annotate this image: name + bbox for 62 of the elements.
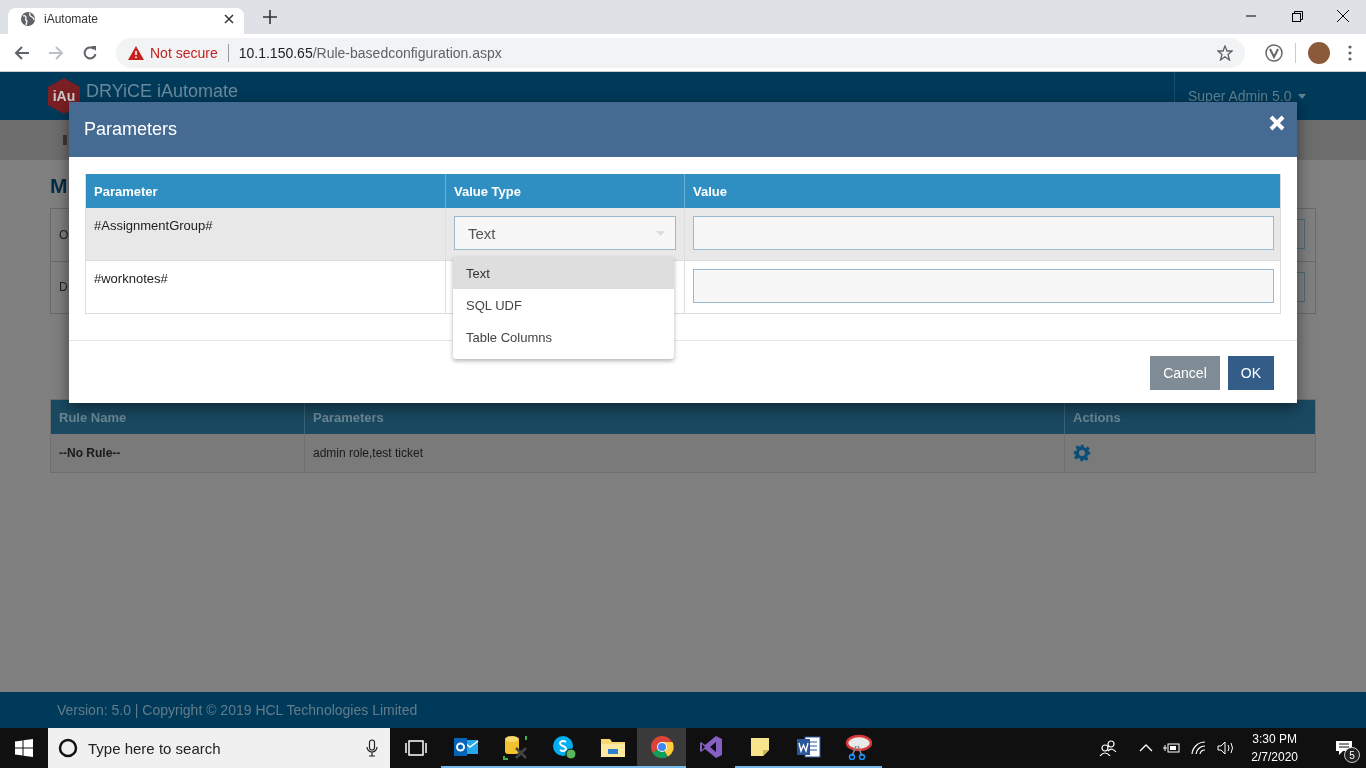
url-text: 10.1.150.65/Rule-basedconfiguration.aspx (238, 44, 502, 61)
footer-text: Version: 5.0 | Copyright © 2019 HCL Technologies Limited (57, 702, 418, 718)
folder-icon (599, 736, 626, 758)
column-header: Rule Name (58, 408, 128, 427)
address-bar[interactable]: Not secure 10.1.150.65/Rule-basedconfiguration.aspx (116, 37, 1245, 68)
scissors-icon (843, 734, 872, 760)
task-view-icon (404, 740, 427, 756)
search-field[interactable]: Type here to search (48, 728, 390, 768)
browser-tab[interactable]: iAutomate (8, 8, 244, 34)
caret-icon (1297, 93, 1306, 99)
people-icon[interactable] (1099, 740, 1118, 756)
parameter-name: #worknotes# (94, 271, 168, 286)
ok-button[interactable]: OK (1227, 356, 1274, 390)
value-type-select[interactable]: Text (454, 216, 676, 250)
circle-icon (58, 738, 78, 758)
notifications-button[interactable]: 5 (1322, 728, 1366, 768)
extension-icon[interactable] (1265, 43, 1283, 62)
chevron-up-icon[interactable] (1139, 744, 1154, 752)
close-icon (1269, 114, 1285, 131)
form-label: O (59, 227, 69, 242)
reload-icon (82, 44, 98, 61)
note-icon (748, 736, 771, 758)
caret-icon (656, 230, 665, 236)
back-arrow-icon (14, 44, 30, 61)
close-icon[interactable] (224, 14, 234, 24)
dropdown-option[interactable]: SQL UDF (453, 289, 674, 321)
profile-avatar[interactable] (1308, 41, 1330, 64)
taskbar-app[interactable] (637, 728, 686, 768)
browser-icon (649, 735, 674, 759)
parameter-name: #AssignmentGroup# (94, 218, 213, 233)
clock[interactable]: 3:30 PM 2/7/2020 (1251, 730, 1298, 766)
wifi-icon[interactable] (1191, 741, 1208, 755)
database-icon (501, 734, 528, 760)
brand-name: DRYiCE iAutomate (86, 80, 239, 102)
dialog-title: Parameters (84, 119, 178, 140)
column-header: Parameter (93, 182, 159, 201)
logo: iAu (48, 78, 80, 114)
battery-icon[interactable] (1163, 742, 1182, 754)
chat-icon (550, 734, 577, 760)
page-heading: M (50, 174, 66, 198)
code-icon (698, 735, 723, 759)
value-field[interactable] (693, 269, 1274, 303)
document-icon (795, 735, 822, 759)
forward-arrow-icon (48, 44, 64, 61)
security-label: Not secure (150, 44, 218, 61)
star-icon[interactable] (1217, 44, 1233, 61)
volume-icon[interactable] (1217, 741, 1236, 755)
windows-icon (15, 739, 33, 757)
restore-icon (1291, 10, 1303, 22)
close-icon (1337, 10, 1349, 22)
dropdown-option[interactable]: Table Columns (453, 321, 674, 353)
table-cell: admin role,test ticket (304, 434, 1064, 472)
plus-icon (263, 10, 277, 24)
warning-icon (128, 45, 144, 60)
mail-icon (452, 735, 479, 759)
form-label: D (59, 280, 68, 295)
table-cell-text: --No Rule-- (58, 445, 122, 462)
value-field[interactable] (693, 216, 1274, 250)
globe-icon (20, 11, 36, 27)
close-button[interactable] (1269, 114, 1285, 131)
dropdown-option[interactable]: Text (453, 257, 674, 289)
microphone-icon[interactable] (366, 739, 378, 757)
